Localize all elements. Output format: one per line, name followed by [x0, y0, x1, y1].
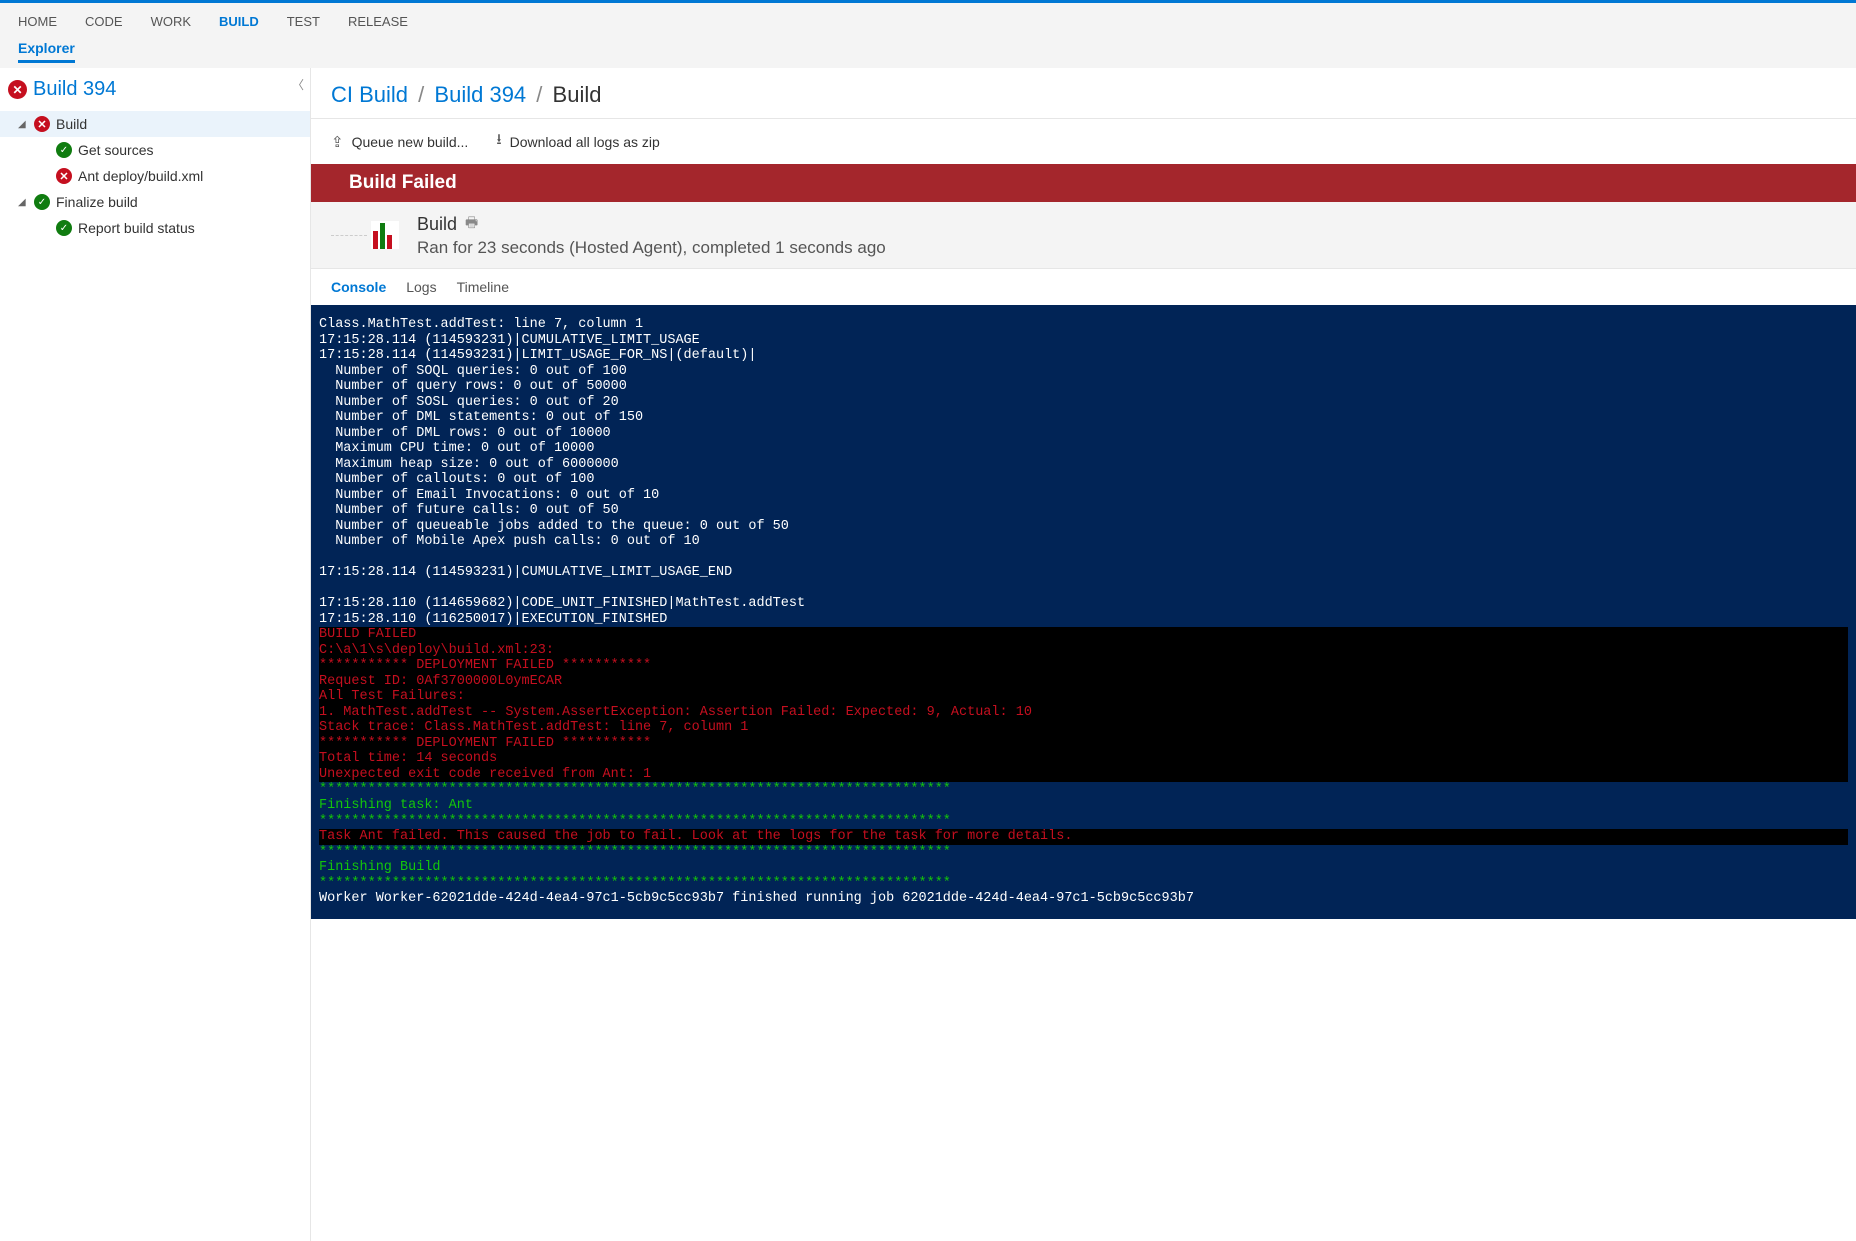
toolbar: ⇪ Queue new build... ⭳ Download all logs…	[311, 119, 1856, 164]
queue-label: Queue new build...	[352, 134, 469, 150]
download-logs-button[interactable]: ⭳ Download all logs as zip	[496, 129, 659, 154]
console-success: ****************************************…	[319, 782, 951, 828]
status-banner: Build Failed	[311, 164, 1856, 202]
build-subtitle: Ran for 23 seconds (Hosted Agent), compl…	[417, 238, 886, 258]
success-icon	[56, 142, 72, 158]
tree-label: Get sources	[78, 142, 153, 158]
tab-console[interactable]: Console	[331, 279, 386, 295]
tree-item-get-sources[interactable]: Get sources	[0, 137, 310, 163]
build-title: Build	[417, 214, 457, 235]
subnav-explorer[interactable]: Explorer	[18, 40, 75, 63]
sidebar: 〈 Build 394 ◢ Build Get sources Ant depl…	[0, 68, 311, 1241]
breadcrumb-separator: /	[536, 82, 542, 107]
tab-timeline[interactable]: Timeline	[457, 279, 509, 295]
breadcrumb-current: Build	[553, 82, 602, 107]
error-icon	[34, 116, 50, 132]
sidebar-title: Build 394	[0, 68, 310, 109]
tree-label: Finalize build	[56, 194, 138, 210]
breadcrumb-build-394[interactable]: Build 394	[434, 82, 526, 107]
console-text: Class.MathTest.addTest: line 7, column 1…	[319, 317, 805, 627]
top-nav: HOME CODE WORK BUILD TEST RELEASE	[0, 3, 1856, 40]
breadcrumb-ci-build[interactable]: CI Build	[331, 82, 408, 107]
result-tabs: Console Logs Timeline	[311, 269, 1856, 305]
tree-item-finalize[interactable]: ◢ Finalize build	[0, 189, 310, 215]
queue-icon: ⇪	[331, 133, 344, 151]
download-label: Download all logs as zip	[510, 134, 660, 150]
breadcrumb: CI Build / Build 394 / Build	[311, 68, 1856, 119]
tree-label: Build	[56, 116, 87, 132]
build-bars-icon	[371, 221, 399, 249]
build-tree: ◢ Build Get sources Ant deploy/build.xml…	[0, 109, 310, 243]
tab-logs[interactable]: Logs	[406, 279, 436, 295]
console-success: ****************************************…	[319, 845, 951, 891]
caret-icon: ◢	[18, 197, 28, 208]
tree-label: Ant deploy/build.xml	[78, 168, 203, 184]
tree-label: Report build status	[78, 220, 195, 236]
queue-new-build-button[interactable]: ⇪ Queue new build...	[331, 133, 468, 151]
console-error: BUILD FAILED C:\a\1\s\deploy\build.xml:2…	[319, 627, 1848, 782]
nav-home[interactable]: HOME	[18, 14, 57, 29]
nav-work[interactable]: WORK	[151, 14, 191, 29]
nav-code[interactable]: CODE	[85, 14, 123, 29]
nav-build[interactable]: BUILD	[219, 14, 259, 29]
save-icon[interactable]: 🖶	[465, 212, 478, 236]
download-icon: ⭳	[496, 129, 501, 154]
nav-test[interactable]: TEST	[287, 14, 320, 29]
console-output[interactable]: Class.MathTest.addTest: line 7, column 1…	[311, 305, 1856, 919]
error-icon	[8, 80, 27, 99]
sub-nav: Explorer	[0, 40, 1856, 68]
breadcrumb-separator: /	[418, 82, 424, 107]
tree-item-report-status[interactable]: Report build status	[0, 215, 310, 241]
tree-item-build[interactable]: ◢ Build	[0, 111, 310, 137]
tree-item-ant-deploy[interactable]: Ant deploy/build.xml	[0, 163, 310, 189]
error-icon	[56, 168, 72, 184]
console-text: Worker Worker-62021dde-424d-4ea4-97c1-5c…	[319, 891, 1194, 906]
success-icon	[56, 220, 72, 236]
sidebar-title-label: Build 394	[33, 78, 116, 101]
caret-icon: ◢	[18, 119, 28, 130]
nav-release[interactable]: RELEASE	[348, 14, 408, 29]
content-area: CI Build / Build 394 / Build ⇪ Queue new…	[311, 68, 1856, 1241]
console-error: Task Ant failed. This caused the job to …	[319, 829, 1848, 845]
sidebar-collapse-button[interactable]: 〈	[292, 76, 304, 93]
success-icon	[34, 194, 50, 210]
build-header: Build 🖶 Ran for 23 seconds (Hosted Agent…	[311, 202, 1856, 269]
